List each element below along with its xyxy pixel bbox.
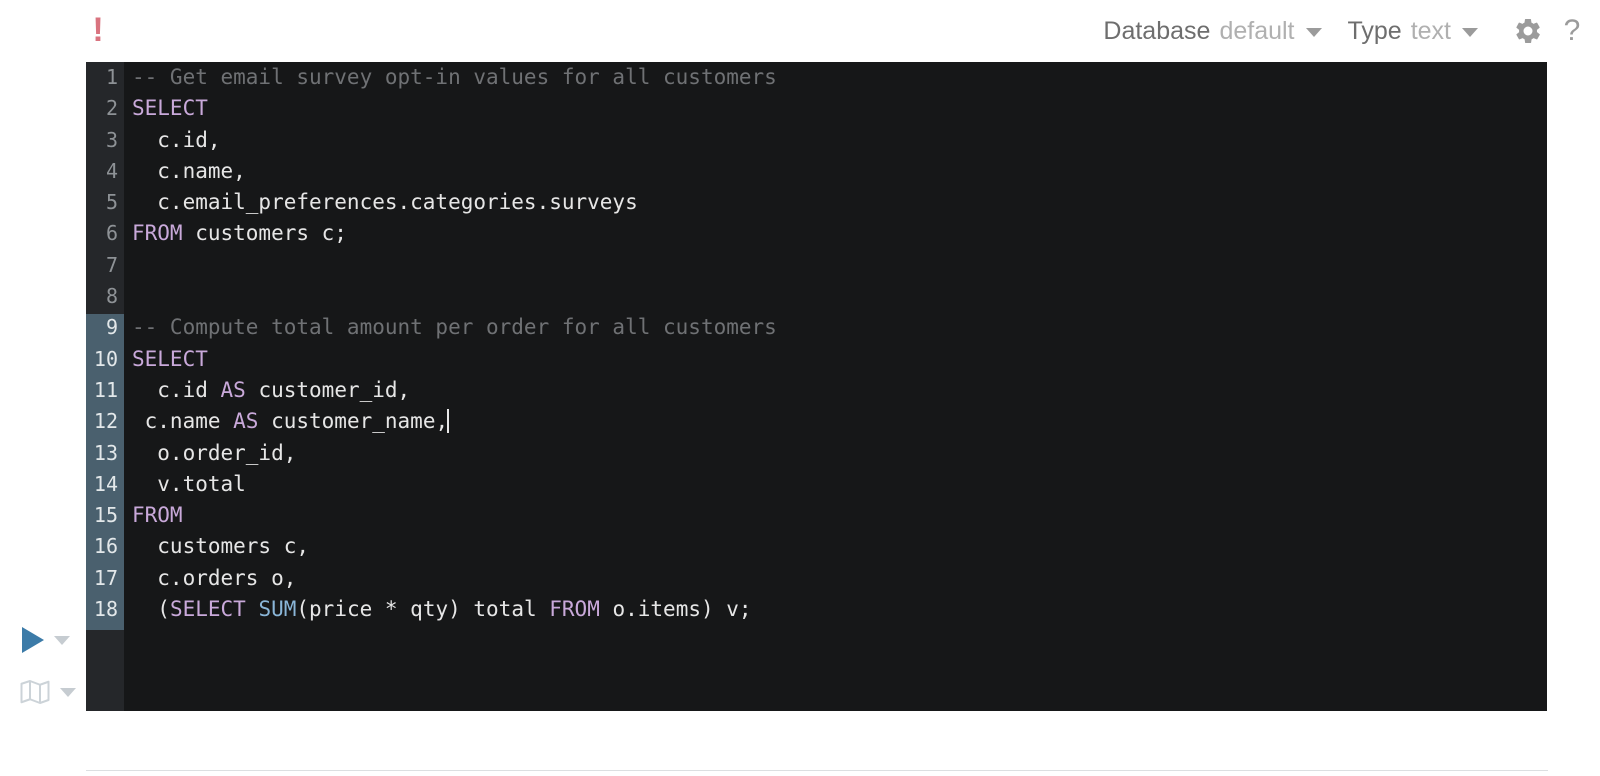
code-text: FROM <box>132 503 183 528</box>
line-number: 16 <box>93 534 118 559</box>
error-marker-icon[interactable]: ! <box>88 10 108 50</box>
code-line[interactable]: 9 -- Compute total amount per order for a… <box>86 312 1547 343</box>
code-text: SELECT <box>132 346 208 371</box>
line-number: 11 <box>93 377 118 402</box>
chevron-down-icon[interactable] <box>54 635 70 645</box>
line-number: 14 <box>93 471 118 496</box>
top-toolbar: ! Database default Type text ? <box>0 0 1600 62</box>
play-triangle-icon <box>22 627 44 653</box>
code-line[interactable]: 10 SELECT <box>86 344 1547 375</box>
explain-plan-button[interactable] <box>20 679 76 705</box>
code-text: (SELECT SUM(price * qty) total FROM o.it… <box>132 597 752 622</box>
line-number: 2 <box>105 96 118 121</box>
line-number: 10 <box>93 346 118 371</box>
chevron-down-icon[interactable] <box>1462 28 1478 37</box>
question-mark-icon: ? <box>1563 14 1581 47</box>
code-text: c.name, <box>132 158 246 183</box>
chevron-down-icon[interactable] <box>1305 28 1322 37</box>
gear-icon <box>1516 18 1540 44</box>
database-selector[interactable]: Database default <box>1103 16 1322 46</box>
text-cursor <box>447 409 450 434</box>
code-text: c.email_preferences.categories.surveys <box>132 190 638 215</box>
code-line[interactable]: 5 c.email_preferences.categories.surveys <box>86 187 1547 218</box>
code-line[interactable]: 14 v.total <box>86 469 1547 500</box>
code-line[interactable]: 18 (SELECT SUM(price * qty) total FROM o… <box>86 594 1547 625</box>
type-selector[interactable]: Type text <box>1347 16 1478 46</box>
code-text: c.id AS customer_id, <box>132 377 411 402</box>
map-icon <box>20 680 50 704</box>
line-number: 15 <box>93 503 118 528</box>
code-text: FROM customers c; <box>132 221 347 246</box>
chevron-down-icon[interactable] <box>60 687 76 697</box>
code-line[interactable]: 2 SELECT <box>86 93 1547 124</box>
code-text: c.orders o, <box>132 565 297 590</box>
type-label: Type <box>1347 16 1402 45</box>
code-line[interactable]: 12 c.name AS customer_name, <box>86 406 1547 437</box>
code-line[interactable]: 7 <box>86 250 1547 281</box>
line-number: 5 <box>105 190 118 215</box>
line-number: 4 <box>105 158 118 183</box>
code-line[interactable]: 16 customers c, <box>86 531 1547 562</box>
line-number: 9 <box>105 315 118 340</box>
code-line[interactable]: 17 c.orders o, <box>86 563 1547 594</box>
line-number: 1 <box>105 65 118 89</box>
editor-action-rail <box>0 62 86 712</box>
settings-button[interactable] <box>1508 11 1548 51</box>
code-text: v.total <box>132 471 246 496</box>
code-line[interactable]: 4 c.name, <box>86 156 1547 187</box>
database-label: Database <box>1103 16 1211 45</box>
code-content[interactable]: 1 -- Get email survey opt-in values for a… <box>86 62 1547 711</box>
type-value: text <box>1410 16 1451 45</box>
code-text: -- Get email survey opt-in values for al… <box>132 65 777 89</box>
code-line[interactable]: 3 c.id, <box>86 125 1547 156</box>
line-number: 3 <box>105 127 118 152</box>
bottom-divider <box>86 770 1548 771</box>
line-number: 18 <box>93 597 118 622</box>
code-text: customers c, <box>132 534 310 559</box>
code-text: o.order_id, <box>132 440 297 465</box>
line-number: 17 <box>93 565 118 590</box>
code-line[interactable]: 8 <box>86 281 1547 312</box>
code-text: c.id, <box>132 127 221 152</box>
code-text: SELECT <box>132 96 208 121</box>
code-line[interactable]: 1 -- Get email survey opt-in values for a… <box>86 62 1547 93</box>
toolbar-controls: Database default Type text ? <box>1103 0 1592 62</box>
code-text: -- Compute total amount per order for al… <box>132 315 777 340</box>
code-line[interactable]: 6 FROM customers c; <box>86 218 1547 249</box>
line-number: 12 <box>93 409 118 434</box>
line-number: 7 <box>105 252 118 277</box>
sql-code-editor[interactable]: 1 -- Get email survey opt-in values for a… <box>86 62 1547 711</box>
code-line[interactable]: 11 c.id AS customer_id, <box>86 375 1547 406</box>
code-line[interactable]: 13 o.order_id, <box>86 438 1547 469</box>
run-query-button[interactable] <box>22 627 70 653</box>
code-line[interactable]: 15 FROM <box>86 500 1547 531</box>
database-value: default <box>1219 16 1295 45</box>
line-number: 8 <box>105 284 118 309</box>
line-number: 6 <box>105 221 118 246</box>
help-button[interactable]: ? <box>1552 11 1592 51</box>
code-text: c.name AS customer_name, <box>132 409 450 434</box>
line-number: 13 <box>93 440 118 465</box>
